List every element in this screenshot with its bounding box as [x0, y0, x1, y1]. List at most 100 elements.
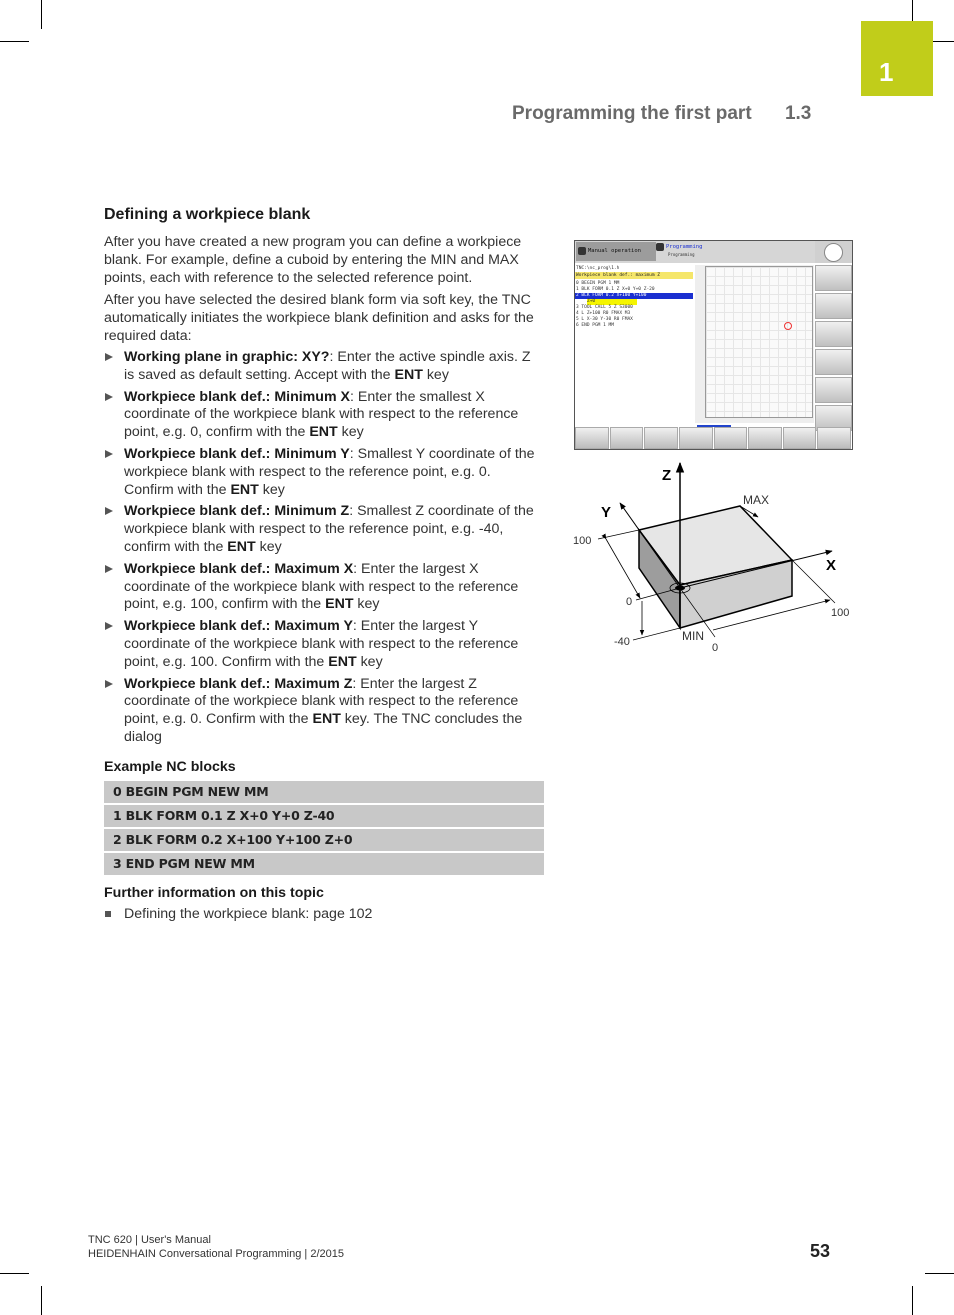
crop-mark — [912, 1286, 913, 1315]
label-y-100: 100 — [573, 535, 591, 547]
softkey[interactable] — [713, 427, 748, 449]
step-key: ENT — [394, 366, 423, 383]
mode-bar: Manual operation Programming Programming — [575, 241, 815, 263]
bullet-square-icon — [105, 910, 111, 917]
nc-block-row: 1 BLK FORM 0.1 Z X+0 Y+0 Z-40 — [104, 804, 544, 827]
running-head-title: Programming the first part — [512, 103, 752, 124]
graphics-grid — [705, 266, 813, 418]
side-softkey[interactable] — [815, 293, 852, 319]
dim-line — [632, 627, 681, 641]
label-y-0: 0 — [626, 596, 632, 608]
mode-programming-sub: Programming — [668, 252, 695, 257]
intro-paragraph: After you have selected the desired blan… — [104, 292, 534, 344]
machine-mode-icon — [578, 246, 586, 255]
step-item: Workpiece blank def.: Maximum Z: Enter t… — [104, 676, 544, 747]
mode-manual-label: Manual operation — [588, 248, 641, 254]
side-softkey[interactable] — [815, 321, 852, 347]
label-max: MAX — [743, 493, 769, 507]
nc-block-table: 0 BEGIN PGM NEW MM 1 BLK FORM 0.1 Z X+0 … — [104, 780, 544, 875]
softkey[interactable] — [817, 427, 851, 449]
softkey[interactable] — [575, 427, 609, 449]
step-key: ENT — [227, 538, 256, 555]
step-prompt: Workpiece blank def.: Minimum X — [124, 388, 350, 405]
step-prompt: Workpiece blank def.: Maximum Z — [124, 675, 353, 692]
step-tail: key — [353, 596, 380, 613]
step-prompt: Workpiece blank def.: Minimum Y — [124, 445, 350, 462]
further-info-link[interactable]: Defining the workpiece blank: page 102 — [124, 906, 372, 922]
bullet-triangle-icon — [105, 507, 113, 516]
step-key: ENT — [230, 481, 259, 498]
dim-line — [597, 529, 640, 540]
bullet-triangle-icon — [105, 353, 113, 361]
crop-mark — [912, 0, 913, 21]
program-file-path: TNC:\nc_prog\1.h — [576, 266, 620, 271]
footer: TNC 620 | User's Manual HEIDENHAIN Conve… — [88, 1233, 344, 1261]
intro-paragraph: After you have created a new program you… — [104, 234, 522, 286]
running-head-section: 1.3 — [784, 103, 812, 124]
softkey[interactable] — [678, 427, 713, 449]
step-tail: key — [337, 424, 364, 441]
running-head: Programming the first part 1.3 — [512, 103, 811, 125]
axis-label-x: X — [826, 557, 836, 574]
side-softkey[interactable] — [815, 377, 852, 403]
step-item: Workpiece blank def.: Minimum X: Enter t… — [104, 389, 544, 442]
softkey[interactable] — [782, 427, 817, 449]
further-info-item[interactable]: Defining the workpiece blank: page 102 — [104, 905, 544, 923]
step-prompt: Working plane in graphic: XY? — [124, 349, 330, 365]
step-list: Working plane in graphic: XY?: Enter the… — [104, 349, 544, 747]
section-heading: Defining a workpiece blank — [104, 206, 311, 223]
step-item: Workpiece blank def.: Maximum Y: Enter t… — [104, 618, 544, 671]
nc-block-row: 0 BEGIN PGM NEW MM — [104, 780, 544, 803]
label-x-100: 100 — [831, 607, 849, 619]
step-tail: key — [356, 653, 383, 670]
label-x-0: 0 — [712, 642, 718, 654]
page-number: 53 — [810, 1241, 831, 1261]
softkey[interactable] — [748, 427, 782, 449]
example-heading: Example NC blocks — [104, 758, 236, 775]
side-softkey[interactable] — [815, 349, 852, 375]
main-column: Defining a workpiece blank After you hav… — [104, 206, 544, 923]
softkey[interactable] — [644, 427, 678, 449]
crop-mark — [933, 41, 954, 42]
label-min: MIN — [682, 629, 704, 643]
step-tail: key — [422, 366, 449, 383]
step-tail: key — [258, 481, 285, 498]
nc-block-row: 3 END PGM NEW MM — [104, 852, 544, 875]
clock-area — [815, 241, 852, 263]
step-prompt: Workpiece blank def.: Minimum Z — [124, 503, 350, 520]
nc-block-row: 2 BLK FORM 0.2 X+100 Y+100 Z+0 — [104, 828, 544, 851]
clock-icon — [824, 243, 843, 262]
step-prompt: Workpiece blank def.: Maximum Y — [124, 618, 353, 635]
bullet-triangle-icon — [105, 679, 113, 688]
bullet-triangle-icon — [105, 622, 113, 631]
bullet-triangle-icon — [105, 564, 113, 573]
label-z-neg40: -40 — [614, 636, 630, 648]
axis-label-z: Z — [662, 467, 671, 484]
side-softkey[interactable] — [815, 265, 852, 291]
mode-manual-operation[interactable]: Manual operation — [576, 242, 656, 261]
chapter-number: 1 — [879, 57, 894, 87]
graphics-pane — [695, 265, 814, 427]
step-key: ENT — [309, 424, 338, 441]
step-item: Workpiece blank def.: Minimum Y: Smalles… — [104, 446, 544, 499]
crop-mark — [41, 1286, 42, 1315]
program-line[interactable]: 6 END PGM 1 MM — [575, 323, 693, 329]
step-item: Workpiece blank def.: Minimum Z: Smalles… — [104, 503, 544, 556]
step-key: ENT — [325, 596, 354, 613]
crop-mark — [925, 1273, 954, 1274]
step-prompt: Workpiece blank def.: Maximum X — [124, 560, 354, 577]
step-key: ENT — [312, 711, 341, 728]
crop-mark — [0, 41, 29, 42]
workpiece-blank-diagram: Z Y X MAX MIN 100 0 -40 0 100 — [573, 461, 849, 654]
datum-marker-icon — [784, 322, 792, 330]
axis-label-y: Y — [601, 504, 611, 521]
softkey[interactable] — [609, 427, 644, 449]
program-pane: TNC:\nc_prog\1.h Workpiece blank def.: m… — [575, 265, 693, 423]
footer-line-2: HEIDENHAIN Conversational Programming | … — [88, 1248, 344, 1260]
footer-line-1: TNC 620 | User's Manual — [88, 1234, 211, 1246]
mode-programming[interactable]: Programming Programming — [656, 242, 756, 261]
bullet-triangle-icon — [105, 449, 113, 458]
tnc-screenshot: Manual operation Programming Programming… — [574, 240, 853, 450]
step-item: Working plane in graphic: XY?: Enter the… — [104, 349, 544, 385]
crop-mark — [41, 0, 42, 29]
